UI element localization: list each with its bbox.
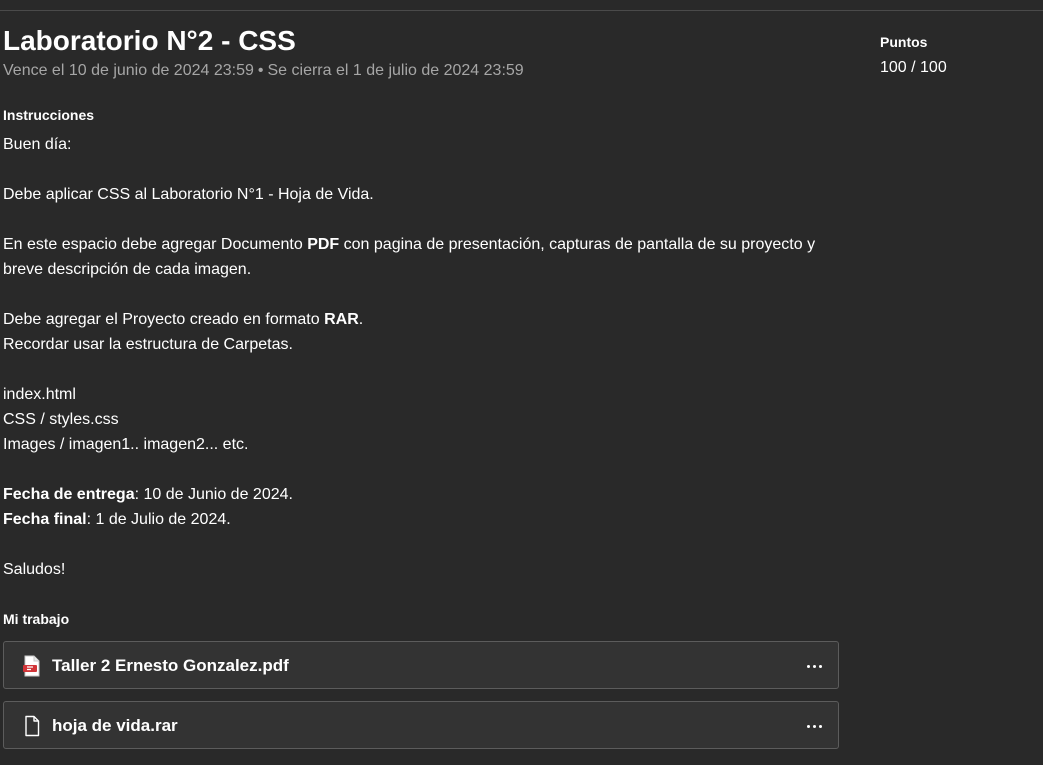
points-label: Puntos — [880, 34, 928, 50]
top-divider — [0, 10, 1043, 11]
generic-file-icon — [25, 715, 40, 737]
delivery-date: Fecha de entrega: 10 de Junio de 2024. — [3, 486, 293, 503]
more-options-icon — [806, 664, 810, 668]
page-title: Laboratorio N°2 - CSS — [3, 25, 296, 56]
instruction-line-2: En este espacio debe agregar Documento P… — [3, 236, 816, 278]
file-name[interactable]: Taller 2 Ernesto Gonzalez.pdf — [52, 655, 289, 677]
closing-text: Saludos! — [3, 561, 66, 578]
instruction-line-3: Debe agregar el Proyecto creado en forma… — [3, 311, 364, 328]
due-dates: Vence el 10 de junio de 2024 23:59 • Se ci… — [3, 61, 524, 81]
due-date: Vence el 10 de junio de 2024 23:59 — [3, 62, 254, 79]
folder-item-css: CSS / styles.css — [3, 411, 119, 428]
more-options-button[interactable] — [802, 714, 826, 738]
my-work-label: Mi trabajo — [3, 611, 70, 627]
greeting: Buen día: — [3, 136, 72, 153]
more-options-icon — [806, 724, 810, 728]
file-name[interactable]: hoja de vida.rar — [52, 715, 178, 737]
folder-item-index: index.html — [3, 386, 76, 403]
instructions-body: Buen día: Debe aplicar CSS al Laboratori… — [3, 132, 823, 582]
instruction-line-4: Recordar usar la estructura de Carpetas. — [3, 336, 293, 353]
instructions-label: Instrucciones — [3, 107, 95, 123]
final-date: Fecha final: 1 de Julio de 2024. — [3, 511, 231, 528]
more-options-button[interactable] — [802, 654, 826, 678]
file-card-rar[interactable]: hoja de vida.rar — [3, 701, 839, 749]
close-date: Se cierra el 1 de julio de 2024 23:59 — [267, 62, 524, 79]
due-separator: • — [257, 62, 264, 79]
folder-item-images: Images / imagen1.. imagen2... etc. — [3, 436, 249, 453]
points-value: 100 / 100 — [880, 59, 947, 76]
file-card-pdf[interactable]: Taller 2 Ernesto Gonzalez.pdf — [3, 641, 839, 689]
pdf-file-icon — [23, 655, 40, 677]
instruction-line-1: Debe aplicar CSS al Laboratorio N°1 - Ho… — [3, 186, 374, 203]
